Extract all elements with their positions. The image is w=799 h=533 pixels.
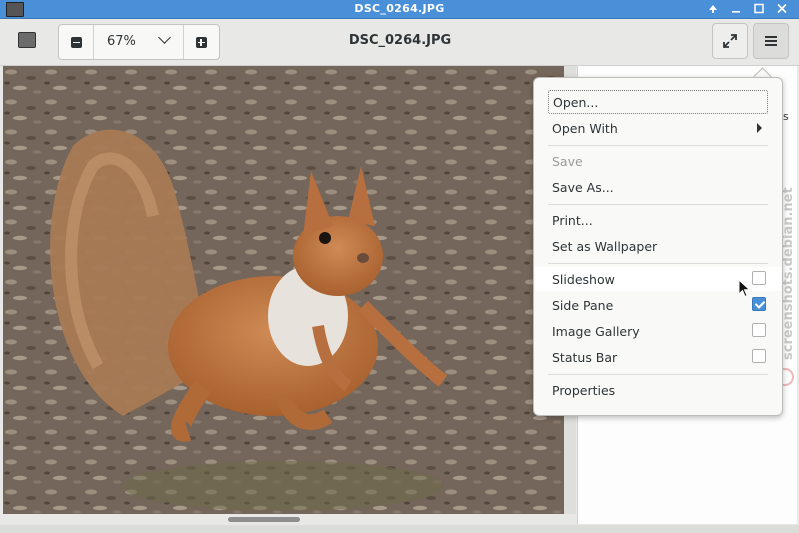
side-pane-text-fragment: s [783, 110, 789, 123]
menu-item-properties[interactable]: Properties [548, 378, 768, 402]
image-viewport[interactable] [3, 66, 564, 514]
slideshow-checkbox[interactable] [752, 271, 766, 285]
image-gallery-checkbox[interactable] [752, 323, 766, 337]
menu-item-label: Open... [553, 94, 599, 110]
window-title: DSC_0264.JPG [354, 2, 445, 15]
header-title: DSC_0264.JPG [348, 33, 452, 48]
menu-item-label: Status Bar [552, 349, 618, 365]
menu-item-label: Save As... [552, 179, 614, 195]
chevron-down-icon[interactable] [158, 31, 171, 44]
zoom-in-button[interactable] [184, 25, 218, 59]
menu-item-label: Side Pane [552, 297, 614, 313]
menu-item-side-pane[interactable]: Side Pane [548, 293, 768, 317]
menu-item-set-as-wallpaper[interactable]: Set as Wallpaper [548, 234, 768, 258]
zoom-control: 67% [58, 24, 220, 60]
menu-item-image-gallery[interactable]: Image Gallery [548, 319, 768, 343]
menu-item-label: Open With [552, 120, 618, 136]
submenu-arrow-icon [757, 123, 762, 133]
menu-item-open-with[interactable]: Open With [548, 116, 768, 140]
menu-item-print[interactable]: Print... [548, 208, 768, 232]
fullscreen-button[interactable] [712, 23, 748, 59]
maximize-icon[interactable] [750, 1, 768, 16]
menu-item-status-bar[interactable]: Status Bar [548, 345, 768, 369]
menu-item-open[interactable]: Open... [548, 90, 768, 114]
zoom-value[interactable]: 67% [107, 34, 136, 49]
close-icon[interactable] [773, 1, 791, 16]
minimize-icon[interactable] [727, 1, 745, 16]
menu-item-label: Set as Wallpaper [552, 238, 658, 254]
menu-item-label: Slideshow [552, 271, 615, 287]
minus-icon [70, 36, 82, 48]
zoom-out-button[interactable] [59, 25, 93, 59]
horizontal-scroll-thumb[interactable] [228, 517, 300, 522]
watermark-text: screenshots.debian.net [781, 187, 796, 360]
menu-item-save: Save [548, 149, 768, 173]
window-titlebar[interactable]: DSC_0264.JPG [0, 0, 799, 19]
menu-item-label: Print... [552, 212, 593, 228]
plus-icon [195, 36, 207, 48]
mouse-cursor-icon [738, 279, 751, 298]
menu-item-save-as[interactable]: Save As... [548, 175, 768, 199]
up-icon[interactable] [704, 1, 722, 16]
app-menu-popover: Open... Open With Save Save As... Print.… [533, 77, 783, 416]
fullscreen-icon [723, 34, 737, 48]
menu-item-label: Save [552, 153, 583, 169]
side-pane-checkbox[interactable] [752, 297, 766, 311]
menu-item-label: Image Gallery [552, 323, 640, 339]
hamburger-icon [765, 36, 777, 46]
squirrel-photo [3, 66, 564, 514]
menu-item-label: Properties [552, 382, 616, 398]
header-bar: 67% DSC_0264.JPG [0, 19, 799, 66]
status-bar-checkbox[interactable] [752, 349, 766, 363]
menu-button[interactable] [753, 23, 789, 59]
window-bottom-edge [0, 525, 799, 533]
gallery-icon[interactable] [18, 32, 36, 48]
